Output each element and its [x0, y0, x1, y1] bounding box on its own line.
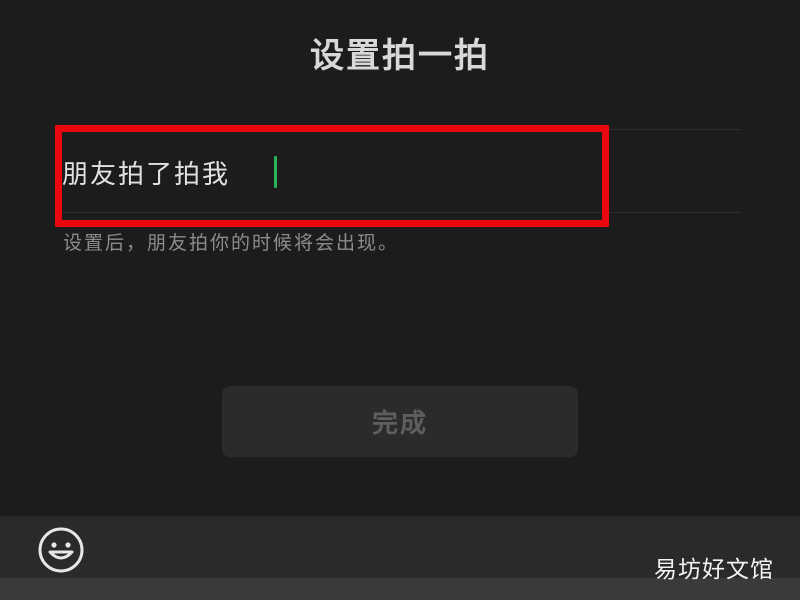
settings-screen: 设置拍一拍 朋友拍了拍我 设置后，朋友拍你的时候将会出现。 完成 易坊好文馆 — [0, 0, 800, 600]
emoji-button[interactable] — [36, 525, 86, 575]
emoji-icon — [38, 527, 84, 573]
page-title: 设置拍一拍 — [310, 36, 490, 76]
watermark-text: 易坊好文馆 — [654, 557, 774, 583]
hint-text: 设置后，朋友拍你的时候将会出现。 — [63, 232, 400, 254]
done-button[interactable]: 完成 — [222, 386, 578, 457]
highlight-annotation-box — [55, 125, 609, 227]
